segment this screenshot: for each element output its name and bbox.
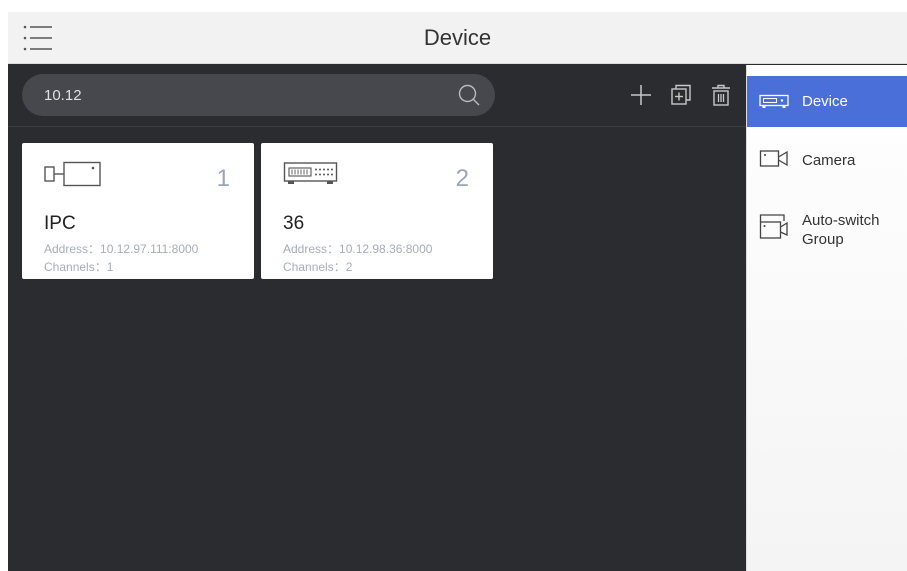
toolbar (8, 65, 746, 127)
ipc-icon (44, 161, 101, 187)
card-index: 1 (216, 165, 230, 192)
app-window: Device 10.12 1 IPC Address：10.12.97.111:… (8, 12, 907, 571)
sidebar-item-label: Device (802, 93, 848, 110)
add-group-icon[interactable] (670, 84, 692, 106)
device-icon (759, 94, 789, 108)
page-title: Device (423, 25, 492, 50)
sidebar-item-label: Camera (802, 152, 856, 169)
sidebar: Device Camera Auto-switch Group (746, 65, 907, 571)
sidebar-item-label: Auto-switch Group (802, 212, 880, 248)
sidebar-item-auto-switch-group[interactable]: Auto-switch Group (747, 199, 907, 253)
camera-icon (759, 150, 788, 167)
main-panel: 1 IPC Address：10.12.97.111:8000 Channels… (8, 65, 746, 571)
device-card[interactable]: 1 IPC Address：10.12.97.111:8000 Channels… (22, 143, 254, 279)
device-address: Address：10.12.98.36:8000 (283, 242, 433, 256)
search-icon[interactable] (457, 83, 481, 107)
auto-switch-group-icon (759, 214, 788, 239)
sidebar-item-camera[interactable]: Camera (747, 141, 907, 181)
nvr-icon (283, 162, 338, 184)
device-channels: Channels：2 (283, 260, 353, 274)
device-card[interactable]: 2 36 Address：10.12.98.36:8000 Channels：2 (261, 143, 493, 279)
device-channels: Channels：1 (44, 260, 114, 274)
search-input[interactable] (44, 74, 444, 116)
device-name: 36 (283, 213, 305, 234)
add-icon[interactable] (630, 84, 652, 106)
card-index: 2 (455, 165, 469, 192)
sidebar-item-device[interactable]: Device (747, 76, 907, 127)
device-address: Address：10.12.97.111:8000 (44, 242, 199, 256)
top-bar: Device (8, 12, 907, 64)
device-name: IPC (44, 213, 76, 234)
delete-icon[interactable] (710, 84, 732, 106)
search-box (22, 74, 495, 116)
